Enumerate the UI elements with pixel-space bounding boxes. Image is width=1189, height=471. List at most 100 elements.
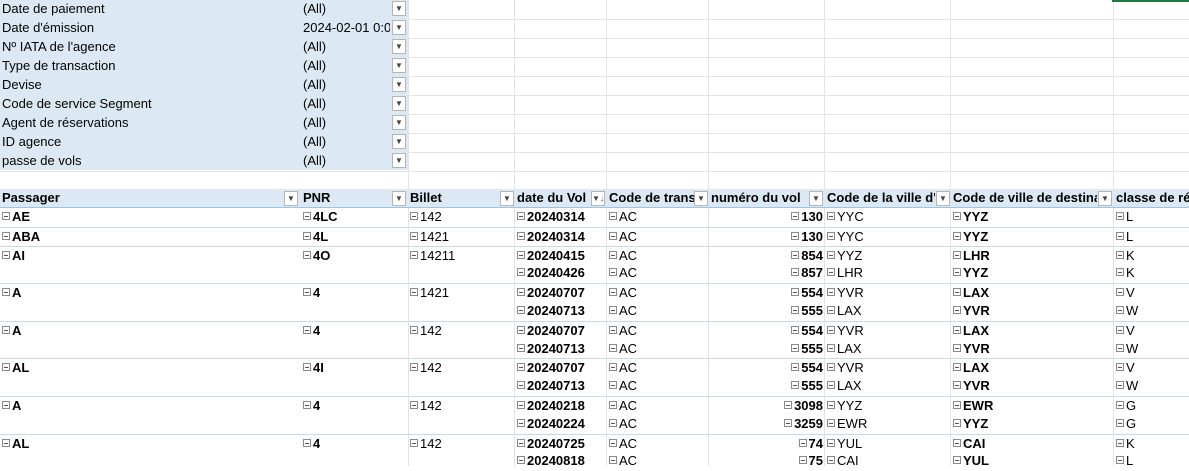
cell-orig[interactable]: YYC bbox=[827, 229, 949, 246]
collapse-icon[interactable] bbox=[791, 212, 800, 220]
collapse-icon[interactable] bbox=[609, 231, 617, 240]
cell-ticket[interactable]: 14211 bbox=[410, 248, 513, 265]
cell-date[interactable]: 20240224 bbox=[517, 416, 605, 433]
filter-dropdown-icon[interactable]: ▼ bbox=[392, 153, 406, 168]
sort-filter-icon[interactable]: ▼↓ bbox=[591, 191, 605, 206]
collapse-icon[interactable] bbox=[827, 325, 835, 334]
cell-orig[interactable]: YVR bbox=[827, 360, 949, 377]
collapse-icon[interactable] bbox=[827, 212, 835, 220]
cell-cls[interactable]: V bbox=[1116, 360, 1188, 377]
cell-trans[interactable]: AC bbox=[609, 453, 707, 470]
collapse-icon[interactable] bbox=[2, 325, 10, 334]
collapse-icon[interactable] bbox=[517, 401, 525, 409]
collapse-icon[interactable] bbox=[517, 231, 525, 240]
collapse-icon[interactable] bbox=[609, 401, 617, 409]
cell-date[interactable]: 20240713 bbox=[517, 341, 605, 358]
collapse-icon[interactable] bbox=[2, 363, 10, 372]
collapse-icon[interactable] bbox=[953, 288, 961, 297]
collapse-icon[interactable] bbox=[827, 401, 835, 409]
column-header-classe[interactable]: classe de rés bbox=[1114, 189, 1189, 207]
filter-dropdown-icon[interactable]: ▼ bbox=[392, 39, 406, 54]
collapse-icon[interactable] bbox=[827, 306, 835, 314]
cell-date[interactable]: 20240707 bbox=[517, 323, 605, 340]
collapse-icon[interactable] bbox=[953, 438, 961, 447]
column-header-billet[interactable]: Billet ▼ bbox=[408, 189, 514, 207]
collapse-icon[interactable] bbox=[953, 401, 961, 409]
collapse-icon[interactable] bbox=[953, 363, 961, 372]
collapse-icon[interactable] bbox=[410, 363, 418, 372]
collapse-icon[interactable] bbox=[791, 288, 800, 297]
cell-date[interactable]: 20240707 bbox=[517, 285, 605, 302]
cell-ticket[interactable] bbox=[410, 453, 513, 470]
cell-trans[interactable]: AC bbox=[609, 265, 707, 282]
cell-pnr[interactable] bbox=[303, 303, 406, 320]
cell-trans[interactable]: AC bbox=[609, 323, 707, 340]
cell-pnr[interactable]: 4LC bbox=[303, 209, 406, 226]
filter-dropdown-icon[interactable]: ▼ bbox=[392, 96, 406, 111]
collapse-icon[interactable] bbox=[410, 231, 418, 240]
collapse-icon[interactable] bbox=[791, 250, 800, 259]
column-header-passager[interactable]: Passager ▼ bbox=[0, 189, 300, 207]
cell-ticket[interactable]: 142 bbox=[410, 209, 513, 226]
cell-passenger[interactable] bbox=[2, 303, 298, 320]
collapse-icon[interactable] bbox=[1116, 288, 1124, 297]
column-header-ville-origine[interactable]: Code de la ville d'o ▼ bbox=[825, 189, 950, 207]
collapse-icon[interactable] bbox=[791, 343, 800, 352]
column-header-code-trans[interactable]: Code de trans ▼ bbox=[607, 189, 708, 207]
collapse-icon[interactable] bbox=[410, 401, 418, 409]
cell-flight[interactable]: 555 bbox=[711, 378, 823, 395]
cell-dest[interactable]: LAX bbox=[953, 360, 1111, 377]
cell-pnr[interactable]: 4I bbox=[303, 360, 406, 377]
collapse-icon[interactable] bbox=[1116, 212, 1124, 220]
collapse-icon[interactable] bbox=[784, 418, 793, 427]
collapse-icon[interactable] bbox=[609, 438, 617, 447]
cell-orig[interactable]: YVR bbox=[827, 323, 949, 340]
collapse-icon[interactable] bbox=[303, 438, 311, 447]
cell-orig[interactable]: EWR bbox=[827, 416, 949, 433]
cell-trans[interactable]: AC bbox=[609, 378, 707, 395]
collapse-icon[interactable] bbox=[827, 343, 835, 352]
collapse-icon[interactable] bbox=[827, 418, 835, 427]
cell-flight[interactable]: 75 bbox=[711, 453, 823, 470]
cell-orig[interactable]: LAX bbox=[827, 303, 949, 320]
collapse-icon[interactable] bbox=[791, 306, 800, 314]
cell-pnr[interactable] bbox=[303, 265, 406, 282]
collapse-icon[interactable] bbox=[609, 456, 617, 465]
cell-cls[interactable]: L bbox=[1116, 229, 1188, 246]
collapse-icon[interactable] bbox=[517, 381, 525, 390]
cell-passenger[interactable]: A bbox=[2, 285, 298, 302]
cell-dest[interactable]: EWR bbox=[953, 398, 1111, 415]
column-header-ville-destination[interactable]: Code de ville de destinat ▼ bbox=[951, 189, 1113, 207]
cell-orig[interactable]: LHR bbox=[827, 265, 949, 282]
filter-dropdown-icon[interactable]: ▼ bbox=[392, 1, 406, 16]
collapse-icon[interactable] bbox=[827, 363, 835, 372]
filter-dropdown-icon[interactable]: ▼ bbox=[1098, 191, 1112, 206]
cell-pnr[interactable]: 4L bbox=[303, 229, 406, 246]
collapse-icon[interactable] bbox=[1116, 231, 1124, 240]
cell-trans[interactable]: AC bbox=[609, 229, 707, 246]
cell-flight[interactable]: 554 bbox=[711, 285, 823, 302]
collapse-icon[interactable] bbox=[827, 268, 835, 277]
cell-cls[interactable]: L bbox=[1116, 453, 1188, 470]
collapse-icon[interactable] bbox=[517, 250, 525, 259]
cell-dest[interactable]: LAX bbox=[953, 285, 1111, 302]
cell-passenger[interactable] bbox=[2, 265, 298, 282]
cell-orig[interactable]: YUL bbox=[827, 436, 949, 453]
collapse-icon[interactable] bbox=[303, 401, 311, 409]
collapse-icon[interactable] bbox=[517, 363, 525, 372]
collapse-icon[interactable] bbox=[609, 212, 617, 220]
filter-dropdown-icon[interactable]: ▼ bbox=[392, 20, 406, 35]
cell-cls[interactable]: W bbox=[1116, 341, 1188, 358]
cell-passenger[interactable]: AL bbox=[2, 360, 298, 377]
collapse-icon[interactable] bbox=[798, 456, 807, 465]
cell-ticket[interactable] bbox=[410, 303, 513, 320]
cell-dest[interactable]: LHR bbox=[953, 248, 1111, 265]
cell-orig[interactable]: YYZ bbox=[827, 398, 949, 415]
cell-pnr[interactable]: 4 bbox=[303, 285, 406, 302]
cell-cls[interactable]: L bbox=[1116, 209, 1188, 226]
cell-date[interactable]: 20240725 bbox=[517, 436, 605, 453]
cell-date[interactable]: 20240218 bbox=[517, 398, 605, 415]
collapse-icon[interactable] bbox=[609, 363, 617, 372]
cell-date[interactable]: 20240713 bbox=[517, 303, 605, 320]
collapse-icon[interactable] bbox=[410, 212, 418, 220]
